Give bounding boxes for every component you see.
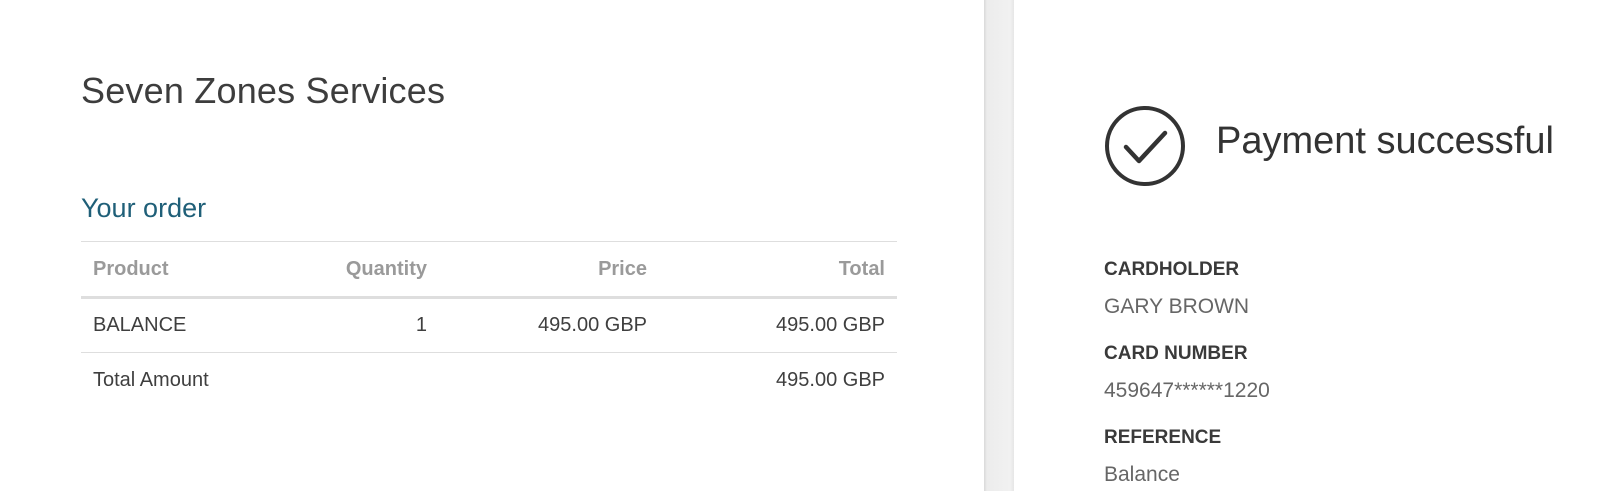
reference-value: Balance <box>1104 463 1180 486</box>
total-amount-label: Total Amount <box>93 368 209 391</box>
quantity-cell: 1 <box>311 297 439 353</box>
column-header-quantity: Quantity <box>311 241 439 299</box>
cardholder-label: CARDHOLDER <box>1104 259 1240 280</box>
checkmark-circle-icon <box>1104 105 1186 187</box>
price-cell: 495.00 GBP <box>439 297 659 353</box>
card-number-value: 459647******1220 <box>1104 379 1270 402</box>
order-summary-panel: Seven Zones Services Your order Product … <box>0 0 984 491</box>
order-table-header: Product Quantity Price Total <box>81 241 897 299</box>
order-heading: Your order <box>81 193 207 223</box>
product-cell: BALANCE <box>81 297 311 353</box>
total-cell: 495.00 GBP <box>659 297 897 353</box>
total-amount-value: 495.00 GBP <box>776 368 885 391</box>
payment-details-panel: Payment successful CARDHOLDER GARY BROWN… <box>1014 0 1600 491</box>
column-header-price: Price <box>439 241 659 299</box>
payment-status: Payment successful <box>1216 120 1554 162</box>
payment-receipt-page: Seven Zones Services Your order Product … <box>0 0 1600 491</box>
reference-label: REFERENCE <box>1104 427 1222 448</box>
empty-cell <box>439 353 659 408</box>
merchant-name: Seven Zones Services <box>81 70 446 111</box>
table-row: BALANCE 1 495.00 GBP 495.00 GBP <box>81 297 897 353</box>
order-table: Product Quantity Price Total BALANCE 1 4… <box>81 241 897 408</box>
cardholder-value: GARY BROWN <box>1104 295 1250 318</box>
column-header-product: Product <box>81 241 311 299</box>
total-amount-row: Total Amount 495.00 GBP <box>81 353 897 408</box>
empty-cell <box>311 353 439 408</box>
card-number-label: CARD NUMBER <box>1104 343 1248 364</box>
panel-divider <box>984 0 1014 491</box>
column-header-total: Total <box>659 241 897 299</box>
